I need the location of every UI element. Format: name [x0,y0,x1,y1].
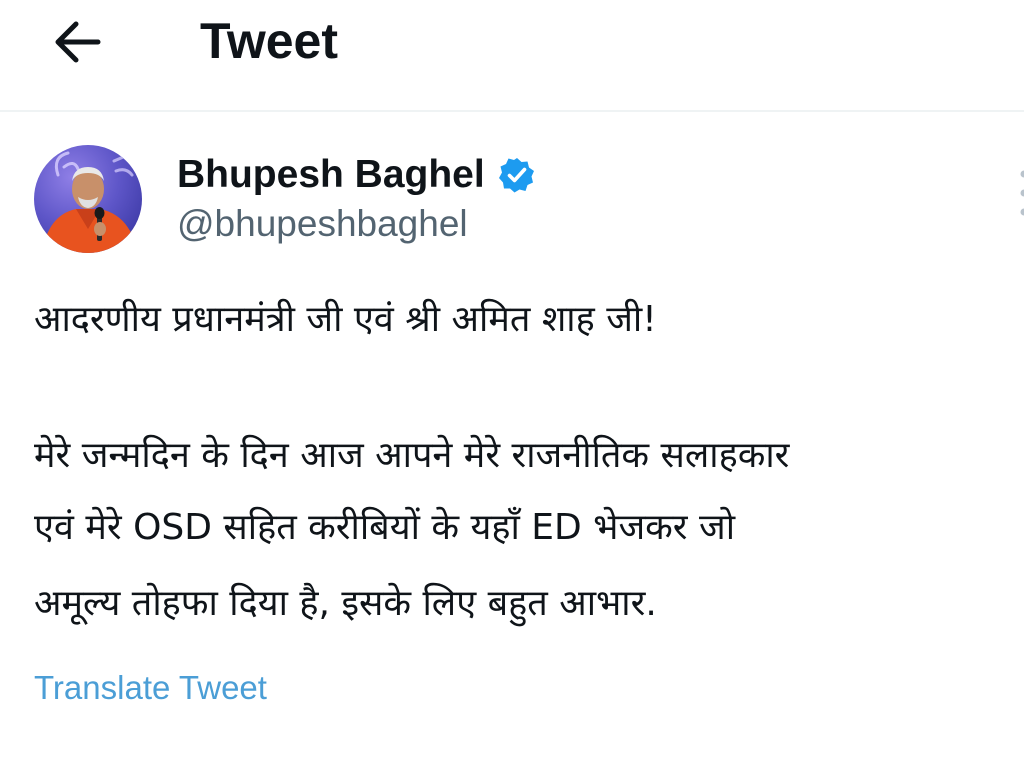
tweet-text-line: एवं मेरे OSD सहित करीबियों के यहाँ ED भे… [34,507,736,548]
translate-tweet-link[interactable]: Translate Tweet [34,666,267,710]
page-title: Tweet [200,13,338,69]
verified-badge-icon [498,157,535,193]
top-app-bar: Tweet [0,0,1024,112]
tweet-detail-screen: Tweet Bhupesh Baghel @bhupeshbaghel आदरण… [0,0,1024,768]
tweet-text-line: आदरणीय प्रधानमंत्री जी एवं श्री अमित शाह… [34,299,657,340]
author-handle[interactable]: @bhupeshbaghel [177,200,468,248]
profile-photo [34,145,142,253]
avatar[interactable] [34,145,142,253]
more-options-button[interactable] [1010,166,1024,220]
back-button[interactable] [44,14,110,70]
tweet-text-line: मेरे जन्मदिन के दिन आज आपने मेरे राजनीति… [34,435,790,476]
arrow-left-icon [55,21,101,63]
author-name[interactable]: Bhupesh Baghel [177,150,535,200]
more-dots-icon [1020,170,1024,216]
tweet-text-line: अमूल्य तोहफा दिया है, इसके लिए बहुत आभार… [34,583,657,624]
author-name-text: Bhupesh Baghel [177,153,485,196]
